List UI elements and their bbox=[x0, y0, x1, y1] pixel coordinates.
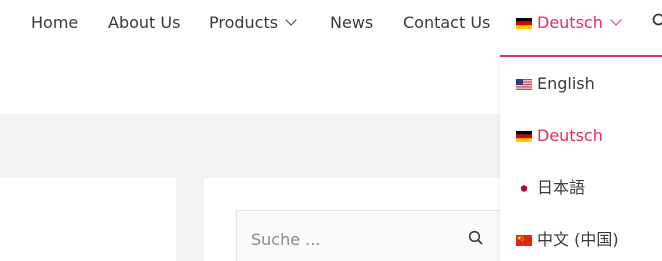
nav-item-contact-us[interactable]: Contact Us bbox=[403, 12, 490, 34]
search-form bbox=[236, 210, 506, 261]
search-input[interactable] bbox=[251, 227, 451, 251]
language-option-english[interactable]: English bbox=[516, 72, 595, 96]
nav-item-news[interactable]: News bbox=[330, 12, 373, 34]
nav-item-products[interactable]: Products bbox=[209, 12, 297, 34]
search-submit-icon[interactable] bbox=[468, 230, 486, 248]
language-option-deutsch[interactable]: Deutsch bbox=[516, 124, 603, 148]
de-flag-icon bbox=[516, 131, 532, 142]
nav-item-home[interactable]: Home bbox=[31, 12, 78, 34]
chevron-down-icon bbox=[285, 14, 297, 26]
jp-flag-icon bbox=[516, 183, 532, 194]
language-option-label: 日本語 bbox=[537, 178, 586, 197]
content-area bbox=[0, 178, 176, 261]
nav-item-language-label: Deutsch bbox=[537, 13, 603, 32]
us-flag-icon bbox=[516, 79, 532, 90]
nav-item-language[interactable]: Deutsch bbox=[516, 12, 622, 34]
page: Home About Us Products News Contact Us D… bbox=[0, 0, 662, 261]
language-option-label: 中文 (中国) bbox=[537, 230, 619, 249]
language-dropdown: English Deutsch 日本語 中文 (中国) bbox=[500, 55, 662, 261]
language-option-label: English bbox=[537, 74, 595, 93]
language-option-japanese[interactable]: 日本語 bbox=[516, 176, 585, 200]
search-icon[interactable] bbox=[652, 13, 662, 29]
nav-item-about-us[interactable]: About Us bbox=[108, 12, 180, 34]
chevron-down-icon bbox=[610, 14, 622, 26]
cn-flag-icon bbox=[516, 235, 532, 246]
de-flag-icon bbox=[516, 18, 532, 29]
nav-item-products-label: Products bbox=[209, 13, 279, 32]
main-navigation: Home About Us Products News Contact Us D… bbox=[0, 0, 662, 48]
language-option-chinese[interactable]: 中文 (中国) bbox=[516, 228, 619, 252]
column-gutter bbox=[176, 178, 204, 261]
language-option-label: Deutsch bbox=[537, 126, 603, 145]
